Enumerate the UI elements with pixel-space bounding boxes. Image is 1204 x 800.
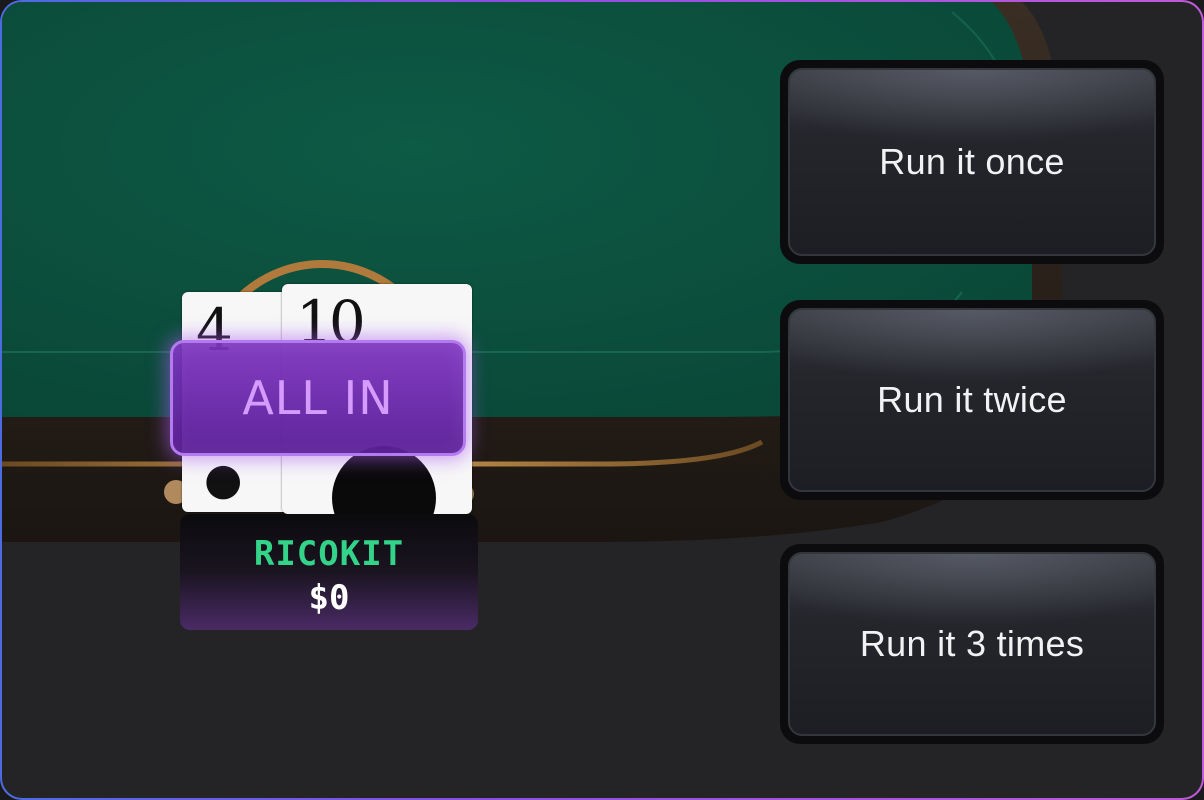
game-window: 4 ● 10 ALL IN RICOKIT $0 Run it once Run… xyxy=(0,0,1204,800)
player-nameplate[interactable]: RICOKIT $0 xyxy=(180,514,478,630)
run-it-twice-label: Run it twice xyxy=(788,308,1156,492)
run-it-three-times-label: Run it 3 times xyxy=(788,552,1156,736)
all-in-badge: ALL IN xyxy=(170,340,466,456)
run-it-three-times-button[interactable]: Run it 3 times xyxy=(780,544,1164,744)
run-it-once-label: Run it once xyxy=(788,68,1156,256)
run-it-twice-button[interactable]: Run it twice xyxy=(780,300,1164,500)
club-suit-icon: ● xyxy=(204,454,243,505)
run-it-once-button[interactable]: Run it once xyxy=(780,60,1164,264)
player-stack: $0 xyxy=(308,578,350,618)
player-name: RICOKIT xyxy=(253,534,405,574)
